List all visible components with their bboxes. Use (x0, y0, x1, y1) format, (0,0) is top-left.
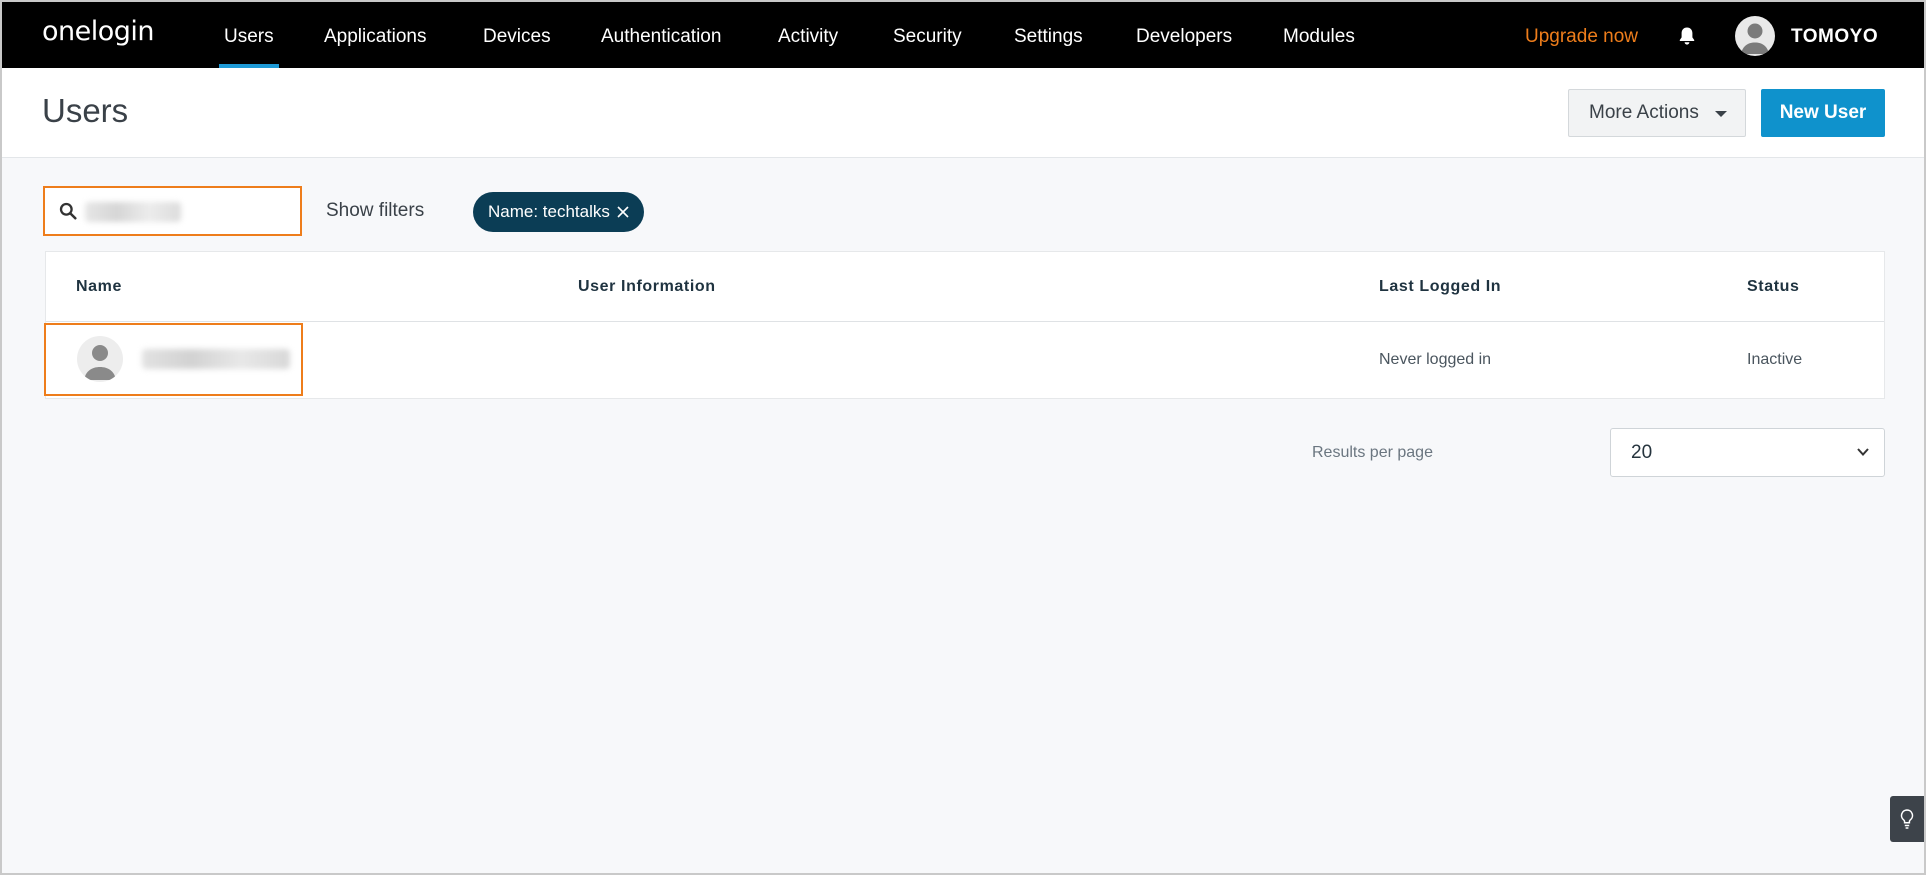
upgrade-now-link[interactable]: Upgrade now (1525, 2, 1638, 68)
search-box[interactable] (43, 186, 302, 236)
nav-item-settings[interactable]: Settings (1014, 2, 1083, 68)
nav-item-security[interactable]: Security (893, 2, 962, 68)
nav-item-devices[interactable]: Devices (483, 2, 551, 68)
page-title: Users (42, 92, 129, 129)
close-icon[interactable] (616, 205, 630, 219)
show-filters-link[interactable]: Show filters (326, 200, 424, 222)
nav-item-activity[interactable]: Activity (778, 2, 838, 68)
user-name-redacted[interactable] (142, 349, 290, 369)
column-header-last-logged-in[interactable]: Last Logged In (1379, 278, 1501, 296)
nav-item-developers[interactable]: Developers (1136, 2, 1232, 68)
cell-status: Inactive (1747, 351, 1803, 368)
nav-item-users[interactable]: Users (219, 2, 279, 68)
new-user-button[interactable]: New User (1761, 89, 1885, 137)
cell-last-logged-in: Never logged in (1379, 351, 1492, 368)
search-icon (59, 202, 77, 220)
results-per-page-value: 20 (1631, 442, 1653, 463)
more-actions-button[interactable]: More Actions (1568, 89, 1746, 137)
column-header-user-information[interactable]: User Information (578, 278, 716, 296)
results-per-page-label: Results per page (1312, 444, 1433, 461)
top-navigation-bar: onelogin Users Applications Devices Auth… (2, 2, 1924, 68)
bell-icon[interactable] (1677, 26, 1697, 46)
onelogin-logo[interactable]: onelogin (42, 16, 155, 47)
page-header: Users More Actions New User (2, 68, 1924, 158)
users-table: Name User Information Last Logged In Sta… (44, 251, 1885, 399)
search-input[interactable] (83, 196, 295, 226)
nav-item-modules[interactable]: Modules (1283, 2, 1355, 68)
user-avatar-icon (77, 336, 123, 382)
user-avatar-icon[interactable] (1735, 16, 1775, 56)
filter-chip-label: Name: techtalks (488, 202, 610, 221)
results-per-page-select[interactable]: 20 (1610, 428, 1885, 477)
help-tab[interactable] (1890, 796, 1924, 842)
column-header-status[interactable]: Status (1747, 278, 1800, 296)
nav-item-authentication[interactable]: Authentication (601, 2, 721, 68)
table-row[interactable]: Never logged in Inactive (44, 323, 1884, 399)
username-label[interactable]: TOMOYO (1791, 2, 1878, 68)
table-header: Name User Information Last Logged In Sta… (46, 252, 1884, 322)
caret-down-icon (1715, 111, 1727, 117)
chevron-down-icon (1857, 448, 1869, 456)
filter-chip-name[interactable]: Name: techtalks (473, 192, 644, 232)
lightbulb-icon (1900, 809, 1914, 829)
more-actions-label: More Actions (1589, 102, 1699, 123)
column-header-name[interactable]: Name (76, 278, 122, 296)
nav-item-applications[interactable]: Applications (324, 2, 426, 68)
